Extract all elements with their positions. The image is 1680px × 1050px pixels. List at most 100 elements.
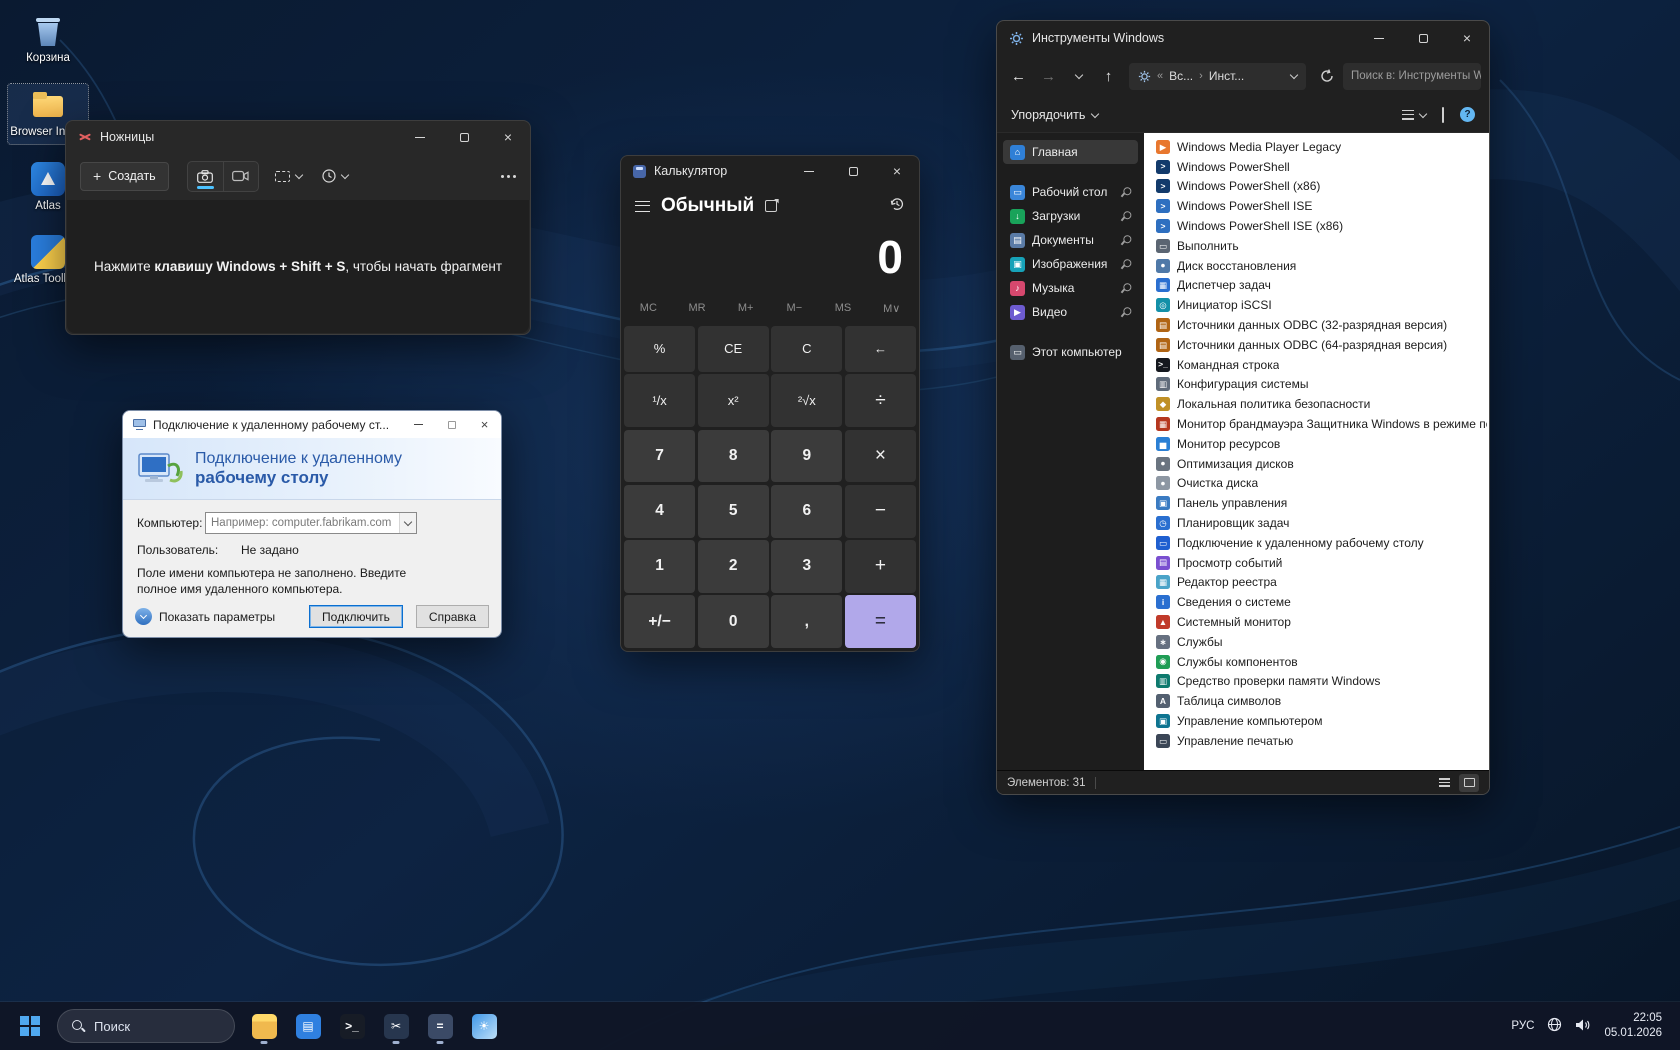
list-item[interactable]: ● Очистка диска xyxy=(1144,474,1489,494)
calculator-key[interactable]: 9 xyxy=(771,430,842,483)
maximize-button[interactable] xyxy=(831,156,875,186)
snip-delay-dropdown[interactable] xyxy=(318,162,352,191)
preview-pane-button[interactable] xyxy=(1442,108,1444,122)
list-item[interactable]: ▣ Панель управления xyxy=(1144,493,1489,513)
calculator-key[interactable]: C xyxy=(771,326,842,372)
list-item[interactable]: ▭ Выполнить xyxy=(1144,236,1489,256)
sidebar-item[interactable]: ▭ Этот компьютер xyxy=(1003,340,1138,364)
sidebar-item[interactable]: ▭ Рабочий стол xyxy=(1003,180,1138,204)
show-options-icon[interactable] xyxy=(135,608,152,625)
video-mode-button[interactable] xyxy=(223,162,258,191)
view-options-button[interactable] xyxy=(1402,110,1426,120)
combo-dropdown-button[interactable] xyxy=(399,513,416,533)
calculator-key[interactable]: 1 xyxy=(624,540,695,593)
forward-button[interactable]: → xyxy=(1035,63,1062,90)
list-item[interactable]: ▭ Подключение к удаленному рабочему стол… xyxy=(1144,533,1489,553)
start-button[interactable] xyxy=(10,1006,50,1046)
taskbar-app-snipping-tool[interactable]: ✂ xyxy=(376,1006,416,1046)
help-button[interactable]: ? xyxy=(1460,107,1475,122)
sidebar-item[interactable]: ↓ Загрузки xyxy=(1003,204,1138,228)
list-item[interactable]: A Таблица символов xyxy=(1144,691,1489,711)
volume-button[interactable] xyxy=(1575,1018,1591,1035)
list-item[interactable]: ◆ Локальная политика безопасности xyxy=(1144,394,1489,414)
list-item[interactable]: > Windows PowerShell ISE (x86) xyxy=(1144,216,1489,236)
list-item[interactable]: ▥ Конфигурация системы xyxy=(1144,375,1489,395)
list-item[interactable]: ▤ Просмотр событий xyxy=(1144,553,1489,573)
list-item[interactable]: ▤ Источники данных ODBC (64-разрядная ве… xyxy=(1144,335,1489,355)
refresh-button[interactable] xyxy=(1313,63,1340,90)
calculator-key[interactable]: ¹/x xyxy=(624,374,695,427)
list-item[interactable]: ▭ Управление печатью xyxy=(1144,731,1489,751)
calculator-key[interactable]: = xyxy=(845,595,916,648)
list-item[interactable]: ▤ Источники данных ODBC (32-разрядная ве… xyxy=(1144,315,1489,335)
list-item[interactable]: ▦ Монитор брандмауэра Защитника Windows … xyxy=(1144,414,1489,434)
calculator-key[interactable]: 4 xyxy=(624,485,695,538)
address-dropdown-icon[interactable] xyxy=(1290,71,1298,79)
language-indicator[interactable]: РУС xyxy=(1511,1020,1534,1032)
computer-combobox[interactable]: Например: computer.fabrikam.com xyxy=(205,512,417,534)
close-button[interactable]: × xyxy=(1445,21,1489,55)
maximize-button[interactable] xyxy=(435,411,468,438)
calculator-key[interactable]: 8 xyxy=(698,430,769,483)
close-button[interactable]: × xyxy=(468,411,501,438)
calculator-key[interactable]: ÷ xyxy=(845,374,916,427)
connect-button[interactable]: Подключить xyxy=(309,605,403,628)
clock[interactable]: 22:05 05.01.2026 xyxy=(1604,1011,1662,1041)
list-item[interactable]: ▶ Windows Media Player Legacy xyxy=(1144,137,1489,157)
calculator-key[interactable]: 5 xyxy=(698,485,769,538)
desktop-icon[interactable]: Корзина xyxy=(8,10,88,70)
calculator-key[interactable]: 6 xyxy=(771,485,842,538)
calculator-key[interactable]: × xyxy=(845,430,916,483)
icons-view-button[interactable] xyxy=(1459,774,1479,792)
snip-shape-dropdown[interactable] xyxy=(271,162,306,191)
list-item[interactable]: >_ Командная строка xyxy=(1144,355,1489,375)
calculator-key[interactable]: ← xyxy=(845,326,916,372)
close-button[interactable]: × xyxy=(875,156,919,186)
organize-button[interactable]: Упорядочить xyxy=(1011,108,1098,122)
list-item[interactable]: ● Оптимизация дисков xyxy=(1144,454,1489,474)
list-item[interactable]: ▥ Средство проверки памяти Windows xyxy=(1144,672,1489,692)
taskbar-app-file-explorer[interactable] xyxy=(244,1006,284,1046)
calculator-key[interactable]: , xyxy=(771,595,842,648)
memory-button[interactable]: MS xyxy=(819,293,868,323)
memory-button[interactable]: M∨ xyxy=(867,293,916,323)
menu-icon[interactable] xyxy=(635,201,650,212)
calculator-key[interactable]: x² xyxy=(698,374,769,427)
list-item[interactable]: i Сведения о системе xyxy=(1144,592,1489,612)
list-item[interactable]: ◉ Службы компонентов xyxy=(1144,652,1489,672)
sidebar-item[interactable]: ⌂ Главная xyxy=(1003,140,1138,164)
list-item[interactable]: ∗ Службы xyxy=(1144,632,1489,652)
breadcrumb[interactable]: Вс... xyxy=(1169,69,1193,83)
list-item[interactable]: ▣ Управление компьютером xyxy=(1144,711,1489,731)
list-item[interactable]: ◎ Инициатор iSCSI xyxy=(1144,295,1489,315)
calculator-key[interactable]: 7 xyxy=(624,430,695,483)
network-button[interactable] xyxy=(1547,1017,1562,1035)
memory-button[interactable]: MR xyxy=(673,293,722,323)
list-item[interactable]: ● Диск восстановления xyxy=(1144,256,1489,276)
minimize-button[interactable] xyxy=(402,411,435,438)
calculator-key[interactable]: CE xyxy=(698,326,769,372)
photo-mode-button[interactable] xyxy=(188,162,223,191)
sidebar-item[interactable]: ♪ Музыка xyxy=(1003,276,1138,300)
calculator-key[interactable]: 0 xyxy=(698,595,769,648)
taskbar-app-store[interactable]: ▤ xyxy=(288,1006,328,1046)
more-options-button[interactable] xyxy=(501,175,516,178)
new-snip-button[interactable]: + Создать xyxy=(80,162,169,191)
back-button[interactable]: ← xyxy=(1005,63,1032,90)
taskbar-search[interactable]: Поиск xyxy=(57,1009,235,1043)
sidebar-item[interactable]: ▣ Изображения xyxy=(1003,252,1138,276)
address-bar[interactable]: « Вс... › Инст... xyxy=(1129,63,1306,90)
crumb-overflow[interactable]: « xyxy=(1157,70,1163,82)
show-options-label[interactable]: Показать параметры xyxy=(159,610,275,624)
details-view-button[interactable] xyxy=(1434,774,1454,792)
taskbar-app-weather[interactable]: ☀ xyxy=(464,1006,504,1046)
keep-on-top-icon[interactable] xyxy=(765,200,777,212)
calculator-key[interactable]: 2 xyxy=(698,540,769,593)
list-item[interactable]: ▲ Системный монитор xyxy=(1144,612,1489,632)
list-item[interactable]: > Windows PowerShell (x86) xyxy=(1144,177,1489,197)
up-button[interactable]: ↑ xyxy=(1095,63,1122,90)
breadcrumb[interactable]: Инст... xyxy=(1209,69,1244,83)
taskbar-app-terminal[interactable]: >_ xyxy=(332,1006,372,1046)
list-item[interactable]: > Windows PowerShell ISE xyxy=(1144,196,1489,216)
minimize-button[interactable] xyxy=(1357,21,1401,55)
